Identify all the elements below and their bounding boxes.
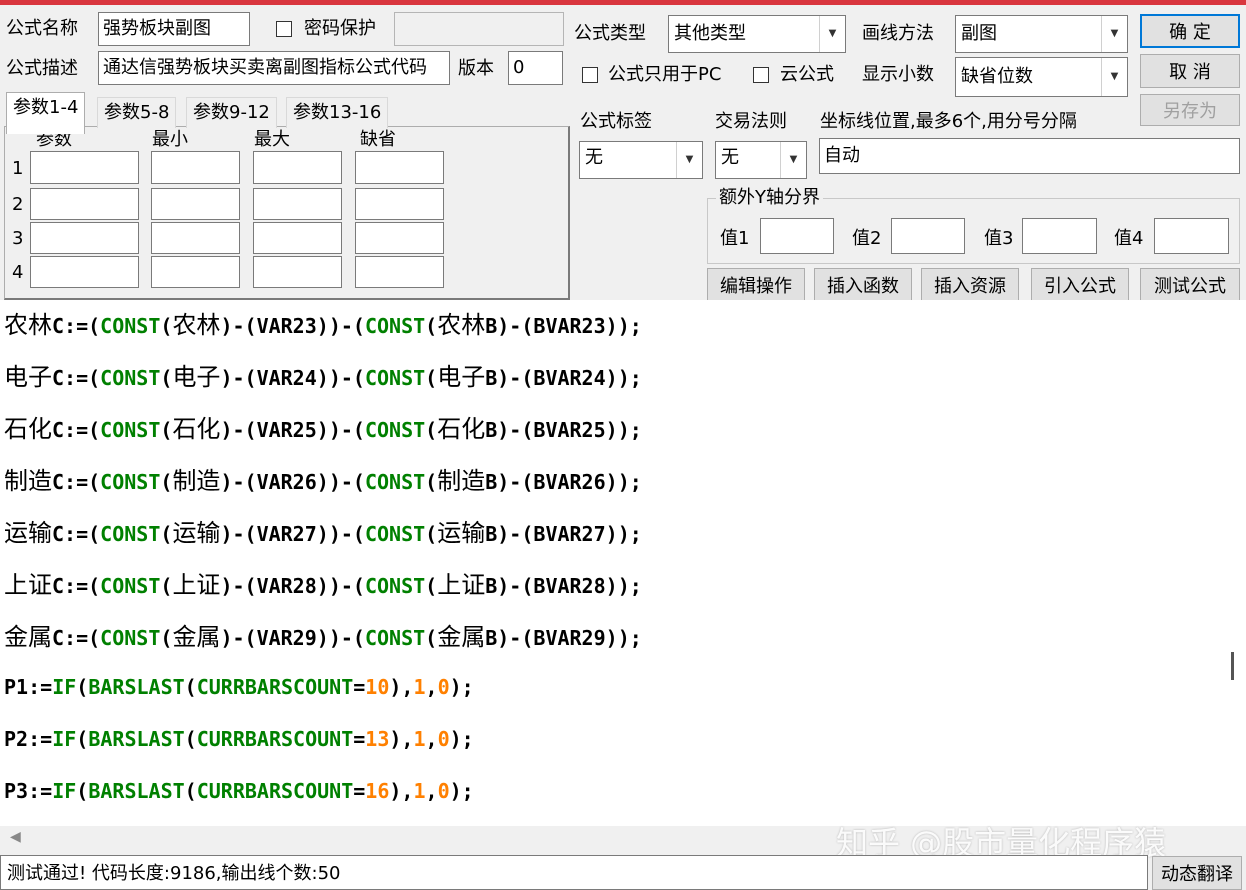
password-checkbox[interactable] — [276, 21, 292, 37]
param-default-input[interactable] — [355, 222, 444, 254]
value3-label: 值3 — [984, 228, 1014, 249]
formula-tag-label: 公式标签 — [580, 111, 652, 132]
draw-method-value: 副图 — [961, 23, 997, 44]
code-line: 金属C:=(CONST(金属)-(VAR29))-(CONST(金属B)-(BV… — [4, 623, 642, 651]
pc-only-checkbox[interactable] — [582, 67, 598, 83]
ok-button[interactable]: 确 定 — [1140, 14, 1240, 48]
param-min-input[interactable] — [151, 151, 240, 184]
param-row-num: 4 — [12, 262, 24, 283]
code-line: 制造C:=(CONST(制造)-(VAR26))-(CONST(制造B)-(BV… — [4, 467, 642, 495]
chevron-down-icon: ▼ — [1101, 58, 1127, 96]
password-label: 密码保护 — [304, 18, 376, 39]
code-line: P1:=IF(BARSLAST(CURRBARSCOUNT=10),1,0); — [4, 675, 474, 699]
dynamic-translate-button[interactable]: 动态翻译 — [1152, 856, 1242, 890]
tab-params-13-16[interactable]: 参数13-16 — [286, 97, 389, 128]
code-line: 电子C:=(CONST(电子)-(VAR24))-(CONST(电子B)-(BV… — [4, 363, 642, 391]
value3-input[interactable] — [1022, 218, 1097, 254]
param-default-input[interactable] — [355, 151, 444, 184]
axis-position-label: 坐标线位置,最多6个,用分号分隔 — [820, 111, 1077, 132]
value2-label: 值2 — [852, 228, 882, 249]
draw-method-select[interactable]: 副图 ▼ — [955, 15, 1128, 53]
chevron-down-icon: ▼ — [819, 16, 845, 52]
param-min-input[interactable] — [151, 256, 240, 288]
tab-params-5-8[interactable]: 参数5-8 — [97, 97, 177, 128]
pc-only-label: 公式只用于PC — [608, 64, 722, 85]
decimal-label: 显示小数 — [862, 64, 934, 85]
scroll-left-icon[interactable]: ◀ — [10, 829, 21, 845]
code-line: 上证C:=(CONST(上证)-(VAR28))-(CONST(上证B)-(BV… — [4, 571, 642, 599]
trade-rule-label: 交易法则 — [715, 111, 787, 132]
formula-tag-select[interactable]: 无 ▼ — [579, 141, 703, 179]
vertical-scroll-thumb[interactable] — [1231, 652, 1234, 680]
code-line: P2:=IF(BARSLAST(CURRBARSCOUNT=13),1,0); — [4, 727, 474, 751]
param-default-input[interactable] — [355, 256, 444, 288]
tab-params-1-4[interactable]: 参数1-4 — [6, 92, 86, 134]
trade-rule-value: 无 — [721, 147, 739, 168]
cloud-formula-checkbox[interactable] — [753, 67, 769, 83]
param-max-input[interactable] — [253, 151, 342, 184]
formula-type-label: 公式类型 — [574, 23, 646, 44]
value4-input[interactable] — [1154, 218, 1229, 254]
insert-function-button[interactable]: 插入函数 — [814, 268, 912, 302]
edit-operation-button[interactable]: 编辑操作 — [707, 268, 805, 302]
value2-input[interactable] — [891, 218, 965, 254]
status-bar: 测试通过! 代码长度:9186,输出线个数:50 — [0, 855, 1148, 890]
code-editor[interactable]: 农林C:=(CONST(农林)-(VAR23))-(CONST(农林B)-(BV… — [0, 300, 1234, 826]
version-input[interactable]: 0 — [508, 51, 563, 85]
chevron-down-icon: ▼ — [1101, 16, 1127, 52]
param-min-input[interactable] — [151, 188, 240, 220]
param-max-input[interactable] — [253, 256, 342, 288]
vertical-scrollbar[interactable] — [1234, 300, 1246, 826]
draw-method-label: 画线方法 — [862, 23, 934, 44]
window-top-border — [0, 0, 1246, 5]
param-row-num: 1 — [12, 158, 24, 179]
param-name-input[interactable] — [30, 256, 139, 288]
test-formula-button[interactable]: 测试公式 — [1140, 268, 1240, 302]
param-name-input[interactable] — [30, 222, 139, 254]
chevron-down-icon: ▼ — [676, 142, 702, 178]
save-as-button[interactable]: 另存为 — [1140, 94, 1240, 126]
max-col-header: 最大 — [254, 129, 290, 150]
cancel-button[interactable]: 取 消 — [1140, 54, 1240, 88]
param-name-input[interactable] — [30, 151, 139, 184]
password-input — [394, 12, 564, 46]
decimal-value: 缺省位数 — [961, 66, 1033, 87]
value1-input[interactable] — [760, 218, 834, 254]
import-formula-button[interactable]: 引入公式 — [1031, 268, 1129, 302]
code-line: 运输C:=(CONST(运输)-(VAR27))-(CONST(运输B)-(BV… — [4, 519, 642, 547]
param-default-input[interactable] — [355, 188, 444, 220]
default-col-header: 缺省 — [360, 129, 396, 150]
extra-y-title: 额外Y轴分界 — [716, 186, 823, 210]
param-row-num: 3 — [12, 228, 24, 249]
formula-desc-input[interactable]: 通达信强势板块买卖离副图指标公式代码 — [98, 51, 450, 85]
formula-tag-value: 无 — [585, 147, 603, 168]
formula-desc-label: 公式描述 — [6, 58, 78, 79]
param-max-input[interactable] — [253, 222, 342, 254]
formula-type-select[interactable]: 其他类型 ▼ — [668, 15, 846, 53]
value1-label: 值1 — [720, 228, 750, 249]
param-max-input[interactable] — [253, 188, 342, 220]
formula-name-label: 公式名称 — [6, 18, 78, 39]
axis-position-input[interactable]: 自动 — [819, 138, 1240, 174]
cloud-formula-label: 云公式 — [780, 64, 834, 85]
insert-resource-button[interactable]: 插入资源 — [921, 268, 1019, 302]
value4-label: 值4 — [1114, 228, 1144, 249]
param-min-input[interactable] — [151, 222, 240, 254]
code-line: 石化C:=(CONST(石化)-(VAR25))-(CONST(石化B)-(BV… — [4, 415, 642, 443]
param-row-num: 2 — [12, 194, 24, 215]
trade-rule-select[interactable]: 无 ▼ — [715, 141, 807, 179]
formula-type-value: 其他类型 — [674, 23, 746, 44]
tab-params-9-12[interactable]: 参数9-12 — [186, 97, 277, 128]
code-line: 农林C:=(CONST(农林)-(VAR23))-(CONST(农林B)-(BV… — [4, 311, 642, 339]
decimal-select[interactable]: 缺省位数 ▼ — [955, 57, 1128, 97]
version-label: 版本 — [458, 58, 494, 79]
param-name-input[interactable] — [30, 188, 139, 220]
chevron-down-icon: ▼ — [780, 142, 806, 178]
code-line: P3:=IF(BARSLAST(CURRBARSCOUNT=16),1,0); — [4, 779, 474, 803]
min-col-header: 最小 — [152, 129, 188, 150]
formula-name-input[interactable]: 强势板块副图 — [98, 12, 250, 46]
